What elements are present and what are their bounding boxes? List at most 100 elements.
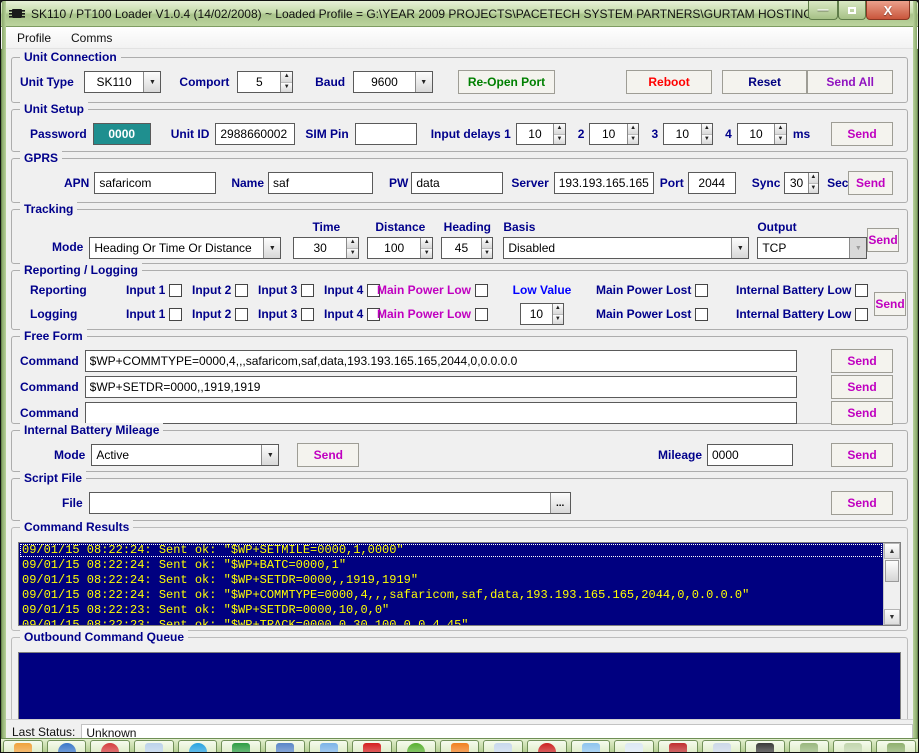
menu-profile[interactable]: Profile — [9, 29, 59, 47]
taskbar-button-document[interactable] — [614, 740, 654, 752]
spin-down-icon[interactable]: ▼ — [421, 249, 432, 259]
distance-input[interactable] — [368, 238, 420, 258]
send-all-button[interactable]: Send All — [807, 70, 893, 94]
spin-down-icon[interactable]: ▼ — [809, 184, 819, 194]
spin-up-icon[interactable]: ▲ — [482, 238, 493, 249]
time-input[interactable] — [294, 238, 346, 258]
chevron-down-icon[interactable]: ▼ — [143, 72, 160, 92]
apn-field[interactable] — [94, 172, 216, 194]
command-2-send-button[interactable]: Send — [831, 375, 893, 399]
tracking-send-button[interactable]: Send — [867, 228, 898, 252]
results-scrollbar[interactable]: ▲ ▼ — [883, 543, 900, 625]
taskbar[interactable] — [1, 738, 918, 752]
close-button[interactable]: X — [866, 1, 910, 20]
taskbar-button-media-red[interactable] — [658, 740, 698, 752]
reopen-port-button[interactable]: Re-Open Port — [458, 70, 556, 94]
log-main-power-lost-checkbox[interactable] — [695, 308, 708, 321]
log-input2-checkbox[interactable] — [235, 308, 248, 321]
input-delay-4-stepper[interactable]: ▲▼ — [737, 123, 787, 145]
command-3-field[interactable] — [85, 402, 797, 424]
pw-field[interactable] — [411, 172, 503, 194]
password-field[interactable] — [93, 123, 151, 145]
taskbar-button-excel[interactable] — [221, 740, 261, 752]
command-1-field[interactable] — [85, 350, 797, 372]
mileage-send-button[interactable]: Send — [831, 443, 893, 467]
script-file-field[interactable] — [90, 493, 550, 513]
browse-button[interactable]: ... — [550, 493, 570, 513]
gprs-send-button[interactable]: Send — [848, 171, 893, 195]
battery-mode-select[interactable]: Active ▼ — [91, 444, 279, 466]
unit-id-field[interactable] — [215, 123, 295, 145]
input-delay-2-stepper[interactable]: ▲▼ — [589, 123, 639, 145]
spin-up-icon[interactable]: ▲ — [347, 238, 358, 249]
sync-input[interactable] — [785, 173, 807, 193]
spin-down-icon[interactable]: ▼ — [775, 135, 786, 145]
title-bar[interactable]: SK110 / PT100 Loader V1.0.4 (14/02/2008)… — [1, 1, 918, 27]
input-delay-1[interactable] — [517, 124, 553, 144]
spin-down-icon[interactable]: ▼ — [482, 249, 493, 259]
reporting-send-button[interactable]: Send — [874, 292, 905, 316]
taskbar-button-talk-green[interactable] — [396, 740, 436, 752]
spin-up-icon[interactable]: ▲ — [809, 173, 819, 184]
spin-down-icon[interactable]: ▼ — [628, 135, 639, 145]
input-delay-3-stepper[interactable]: ▲▼ — [663, 123, 713, 145]
menu-comms[interactable]: Comms — [63, 29, 120, 47]
spin-down-icon[interactable]: ▼ — [281, 83, 292, 93]
taskbar-button-app-misc-1[interactable] — [789, 740, 829, 752]
spin-up-icon[interactable]: ▲ — [702, 124, 713, 135]
result-line[interactable]: 09/01/15 08:22:23: Sent ok: "$WP+TRACK=0… — [19, 618, 883, 626]
script-file-send-button[interactable]: Send — [831, 491, 893, 515]
low-value-stepper[interactable]: ▲▼ — [520, 303, 564, 325]
basis-select[interactable]: Disabled ▼ — [503, 237, 749, 259]
spin-down-icon[interactable]: ▼ — [347, 249, 358, 259]
taskbar-button-skype[interactable] — [178, 740, 218, 752]
input-delay-2[interactable] — [590, 124, 626, 144]
battery-mode-send-button[interactable]: Send — [297, 443, 359, 467]
log-input1-checkbox[interactable] — [169, 308, 182, 321]
taskbar-button-folder-orange[interactable] — [440, 740, 480, 752]
taskbar-button-compass-red[interactable] — [527, 740, 567, 752]
spin-down-icon[interactable]: ▼ — [702, 135, 713, 145]
taskbar-button-app-misc-2[interactable] — [833, 740, 873, 752]
taskbar-button-mail-orange[interactable] — [3, 740, 43, 752]
input-delay-1-stepper[interactable]: ▲▼ — [516, 123, 566, 145]
spin-up-icon[interactable]: ▲ — [421, 238, 432, 249]
unit-setup-send-button[interactable]: Send — [831, 122, 893, 146]
log-input3-checkbox[interactable] — [301, 308, 314, 321]
taskbar-button-opera[interactable] — [90, 740, 130, 752]
server-field[interactable] — [554, 172, 654, 194]
taskbar-button-winzip[interactable] — [265, 740, 305, 752]
taskbar-button-firefox[interactable] — [47, 740, 87, 752]
comport-input[interactable] — [238, 72, 280, 92]
result-line[interactable]: 09/01/15 08:22:24: Sent ok: "$WP+SETMILE… — [19, 543, 883, 558]
rep-internal-battery-low-checkbox[interactable] — [855, 284, 868, 297]
time-stepper[interactable]: ▲▼ — [293, 237, 359, 259]
taskbar-button-pdf-red[interactable] — [352, 740, 392, 752]
command-results-list[interactable]: 09/01/15 08:22:24: Sent ok: "$WP+SETMILE… — [18, 542, 901, 626]
mileage-field[interactable] — [707, 444, 793, 466]
reboot-button[interactable]: Reboot — [626, 70, 712, 94]
heading-stepper[interactable]: ▲▼ — [441, 237, 493, 259]
taskbar-button-photo-viewer[interactable] — [309, 740, 349, 752]
port-field[interactable] — [688, 172, 736, 194]
spin-up-icon[interactable]: ▲ — [281, 72, 292, 83]
scroll-up-icon[interactable]: ▲ — [884, 543, 900, 559]
log-internal-battery-low-checkbox[interactable] — [855, 308, 868, 321]
taskbar-button-picture-sky[interactable] — [571, 740, 611, 752]
chevron-down-icon[interactable]: ▼ — [263, 238, 280, 258]
gprs-name-field[interactable] — [268, 172, 373, 194]
tracking-mode-select[interactable]: Heading Or Time Or Distance ▼ — [89, 237, 281, 259]
distance-stepper[interactable]: ▲▼ — [367, 237, 433, 259]
heading-input[interactable] — [442, 238, 480, 258]
minimize-button[interactable]: — — [808, 1, 838, 20]
maximize-button[interactable] — [838, 1, 866, 20]
rep-input1-checkbox[interactable] — [169, 284, 182, 297]
reset-button[interactable]: Reset — [722, 70, 808, 94]
log-main-power-low-checkbox[interactable] — [475, 308, 488, 321]
scroll-down-icon[interactable]: ▼ — [884, 609, 900, 625]
input-delay-3[interactable] — [664, 124, 700, 144]
low-value-input[interactable] — [521, 304, 552, 324]
chevron-down-icon[interactable]: ▼ — [261, 445, 278, 465]
taskbar-button-chip-dark[interactable] — [745, 740, 785, 752]
spin-down-icon[interactable]: ▼ — [553, 315, 563, 325]
